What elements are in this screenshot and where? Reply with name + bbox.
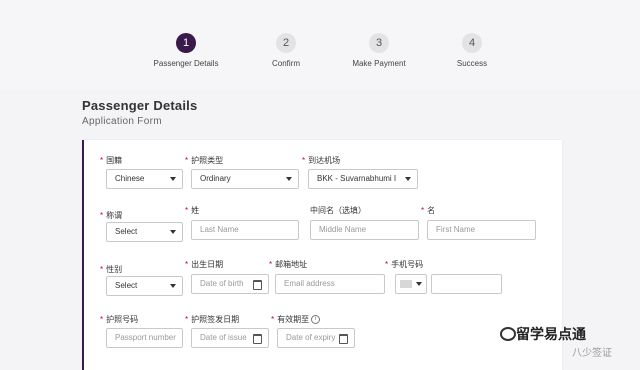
chevron-down-icon (405, 177, 411, 181)
gender-select[interactable]: Select (106, 276, 183, 296)
passport-type-select[interactable]: Ordinary (191, 169, 299, 189)
step-number: 2 (276, 33, 296, 53)
chevron-down-icon (416, 282, 422, 286)
middle-name-label: 中间名（选填） (310, 206, 366, 215)
step-label: Make Payment (352, 59, 406, 68)
first-name-input[interactable]: First Name (427, 220, 536, 240)
last-name-label: * 姓 (185, 206, 200, 215)
last-name-input[interactable]: Last Name (191, 220, 299, 240)
progress-bar: 1 Passenger Details 2 Confirm 3 Make Pay… (0, 0, 640, 90)
nationality-select[interactable]: Chinese (106, 169, 183, 189)
calendar-icon[interactable] (253, 280, 262, 290)
phone-input[interactable] (431, 274, 502, 294)
title-select[interactable]: Select (106, 222, 183, 242)
calendar-icon[interactable] (339, 334, 348, 344)
arrival-airport-label: * 到达机场 (302, 156, 341, 165)
application-form: * 国籍 Chinese * 护照类型 Ordinary * 到达机场 BKK - S… (82, 140, 562, 370)
page-heading: Passenger Details Application Form (82, 98, 197, 127)
step-number: 3 (369, 33, 389, 53)
email-input[interactable]: Email address (275, 274, 385, 294)
step-success[interactable]: 4 Success (427, 33, 517, 68)
page-title: Passenger Details (82, 98, 198, 113)
step-number: 1 (176, 33, 196, 53)
chevron-down-icon (170, 230, 176, 234)
watermark-subtext: 八少签证 (572, 348, 612, 359)
step-number: 4 (462, 33, 482, 53)
calendar-icon[interactable] (253, 334, 262, 344)
watermark-text: 留学易点通 (516, 326, 586, 342)
arrival-airport-select[interactable]: BKK - Suvarnabhumi I (308, 169, 418, 189)
email-label: * 邮箱地址 (269, 260, 308, 269)
step-passenger-details[interactable]: 1 Passenger Details (141, 33, 231, 68)
step-label: Success (456, 59, 488, 68)
step-label: Passenger Details (153, 59, 219, 68)
chevron-down-icon (170, 284, 176, 288)
info-icon[interactable]: i (311, 315, 321, 325)
issue-date-label: * 护照签发日期 (185, 315, 240, 324)
passport-number-label: * 护照号码 (100, 315, 139, 324)
middle-name-input[interactable]: Middle Name (310, 220, 419, 240)
step-confirm[interactable]: 2 Confirm (241, 33, 331, 68)
passport-number-input[interactable]: Passport number (106, 328, 183, 348)
expiry-date-input[interactable]: Date of expiry (277, 328, 355, 348)
dob-label: * 出生日期 (185, 260, 224, 269)
dob-input[interactable]: Date of birth (191, 274, 269, 294)
title-label: * 称谓 (100, 211, 123, 220)
gender-label: * 性别 (100, 265, 123, 274)
issue-date-input[interactable]: Date of issue (191, 328, 269, 348)
chevron-down-icon (286, 177, 292, 181)
chevron-down-icon (170, 177, 176, 181)
flag-icon (400, 280, 412, 288)
page-subtitle: Application Form (82, 116, 162, 127)
expiry-date-label: * 有效期至 i (271, 314, 321, 325)
step-make-payment[interactable]: 3 Make Payment (334, 33, 424, 68)
phone-label: * 手机号码 (385, 260, 424, 269)
step-label: Confirm (271, 59, 300, 68)
wechat-logo-icon (500, 327, 516, 341)
nationality-label: * 国籍 (100, 156, 123, 165)
passport-type-label: * 护照类型 (185, 156, 224, 165)
first-name-label: * 名 (421, 206, 436, 215)
country-code-select[interactable] (395, 274, 427, 294)
